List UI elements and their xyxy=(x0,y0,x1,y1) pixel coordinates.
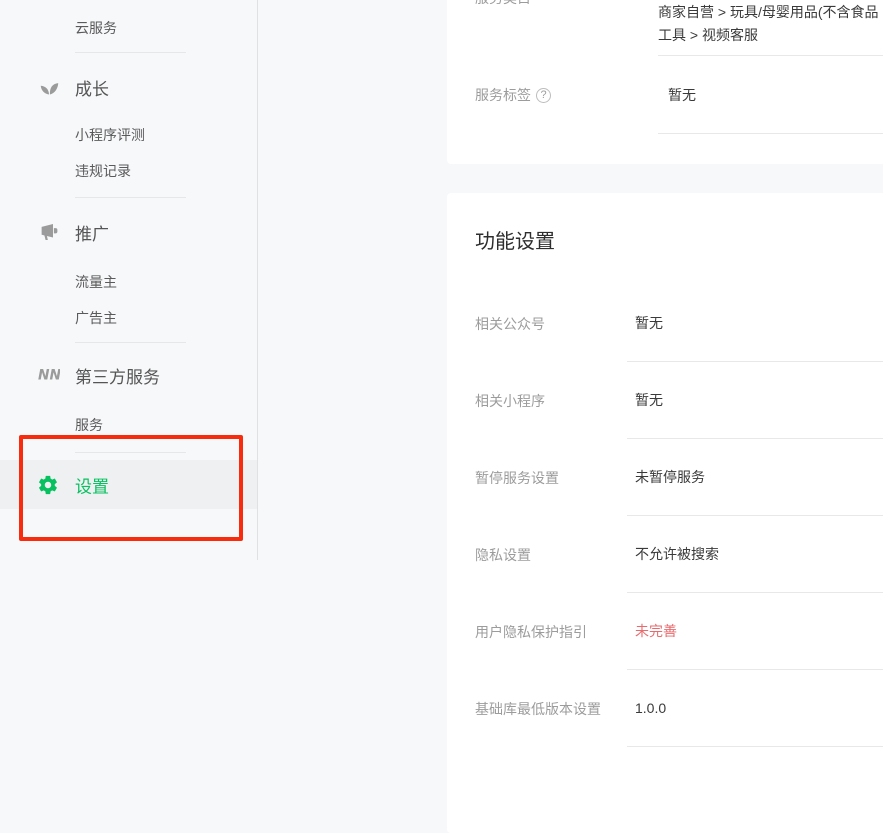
sidebar-item-violation-records[interactable]: 违规记录 xyxy=(75,153,131,189)
sidebar-group-third-party-services[interactable]: NN 第三方服务 xyxy=(0,353,257,397)
sidebar-item-label: 云服务 xyxy=(75,18,117,38)
sprout-icon xyxy=(38,76,60,98)
sidebar-item-advertiser[interactable]: 广告主 xyxy=(75,300,117,336)
sidebar-item-label: 小程序评测 xyxy=(75,125,145,145)
row-value: 暂无 xyxy=(627,362,883,439)
divider xyxy=(75,197,186,198)
row-value: 未暂停服务 xyxy=(627,439,883,516)
service-tag-label: 服务标签 xyxy=(475,85,531,105)
base-library-version-row: 基础库最低版本设置 1.0.0 xyxy=(475,670,883,747)
sidebar-item-label: 广告主 xyxy=(75,308,117,328)
user-privacy-guideline-row: 用户隐私保护指引 未完善 xyxy=(475,593,883,670)
row-label: 暂停服务设置 xyxy=(475,439,627,516)
function-settings-card: 功能设置 相关公众号 暂无 相关小程序 暂无 暂停服务设置 未暂停服务 隐私设置… xyxy=(447,193,883,833)
service-category-row: 服务类目 商家自营 > 玩具/母婴用品(不含食品 工具 > 视频客服 xyxy=(475,0,883,56)
sidebar-item-label: 流量主 xyxy=(75,272,117,292)
service-category-line2: 工具 > 视频客服 xyxy=(658,24,883,47)
service-category-value: 商家自营 > 玩具/母婴用品(不含食品 工具 > 视频客服 xyxy=(658,0,883,56)
sidebar-item-label: 服务 xyxy=(75,415,103,435)
sidebar-group-label: 推广 xyxy=(75,220,109,245)
svg-text:NN: NN xyxy=(38,368,60,384)
service-tag-row: 服务标签 ? 暂无 xyxy=(475,56,883,134)
service-category-label: 服务类目 xyxy=(475,0,658,8)
row-value-danger: 未完善 xyxy=(627,593,883,670)
row-value: 不允许被搜索 xyxy=(627,516,883,593)
privacy-settings-row: 隐私设置 不允许被搜索 xyxy=(475,516,883,593)
row-label: 基础库最低版本设置 xyxy=(475,670,627,747)
sidebar-item-traffic-monetization[interactable]: 流量主 xyxy=(75,264,117,300)
divider xyxy=(75,452,186,453)
sidebar-item-miniprogram-evaluation[interactable]: 小程序评测 xyxy=(75,117,145,153)
divider xyxy=(75,52,186,53)
row-label: 相关小程序 xyxy=(475,362,627,439)
sidebar-item-label: 违规记录 xyxy=(75,161,131,181)
row-value: 暂无 xyxy=(627,285,883,362)
sidebar-item-cloud-service[interactable]: 云服务 xyxy=(75,10,117,46)
related-miniprogram-row: 相关小程序 暂无 xyxy=(475,362,883,439)
section-title-block: 功能设置 xyxy=(475,193,883,285)
service-info-card: 服务类目 商家自营 > 玩具/母婴用品(不含食品 工具 > 视频客服 服务标签 … xyxy=(447,0,883,164)
row-value: 1.0.0 xyxy=(627,670,883,747)
sidebar-group-label: 成长 xyxy=(75,75,109,100)
sidebar-group-label: 第三方服务 xyxy=(75,363,160,388)
sidebar-group-promotion[interactable]: 推广 xyxy=(0,210,257,254)
service-tag-label-cell: 服务标签 ? xyxy=(475,56,658,134)
row-label: 隐私设置 xyxy=(475,516,627,593)
gear-icon xyxy=(37,474,59,496)
sidebar-group-growth[interactable]: 成长 xyxy=(0,65,257,109)
megaphone-icon xyxy=(38,221,60,243)
help-icon[interactable]: ? xyxy=(536,88,551,103)
sidebar-item-label: 设置 xyxy=(75,472,109,497)
service-category-line1: 商家自营 > 玩具/母婴用品(不含食品 xyxy=(658,1,883,24)
sidebar-item-settings-active[interactable]: 设置 xyxy=(0,460,257,509)
pause-service-row: 暂停服务设置 未暂停服务 xyxy=(475,439,883,516)
third-party-icon: NN xyxy=(38,364,60,386)
row-label: 用户隐私保护指引 xyxy=(475,593,627,670)
section-title: 功能设置 xyxy=(475,225,555,254)
sidebar: 云服务 成长 小程序评测 违规记录 推广 流量主 广告主 xyxy=(0,0,258,560)
row-label: 相关公众号 xyxy=(475,285,627,362)
sidebar-item-services[interactable]: 服务 xyxy=(75,407,103,443)
service-tag-value: 暂无 xyxy=(658,56,883,134)
divider xyxy=(75,342,186,343)
related-official-account-row: 相关公众号 暂无 xyxy=(475,285,883,362)
